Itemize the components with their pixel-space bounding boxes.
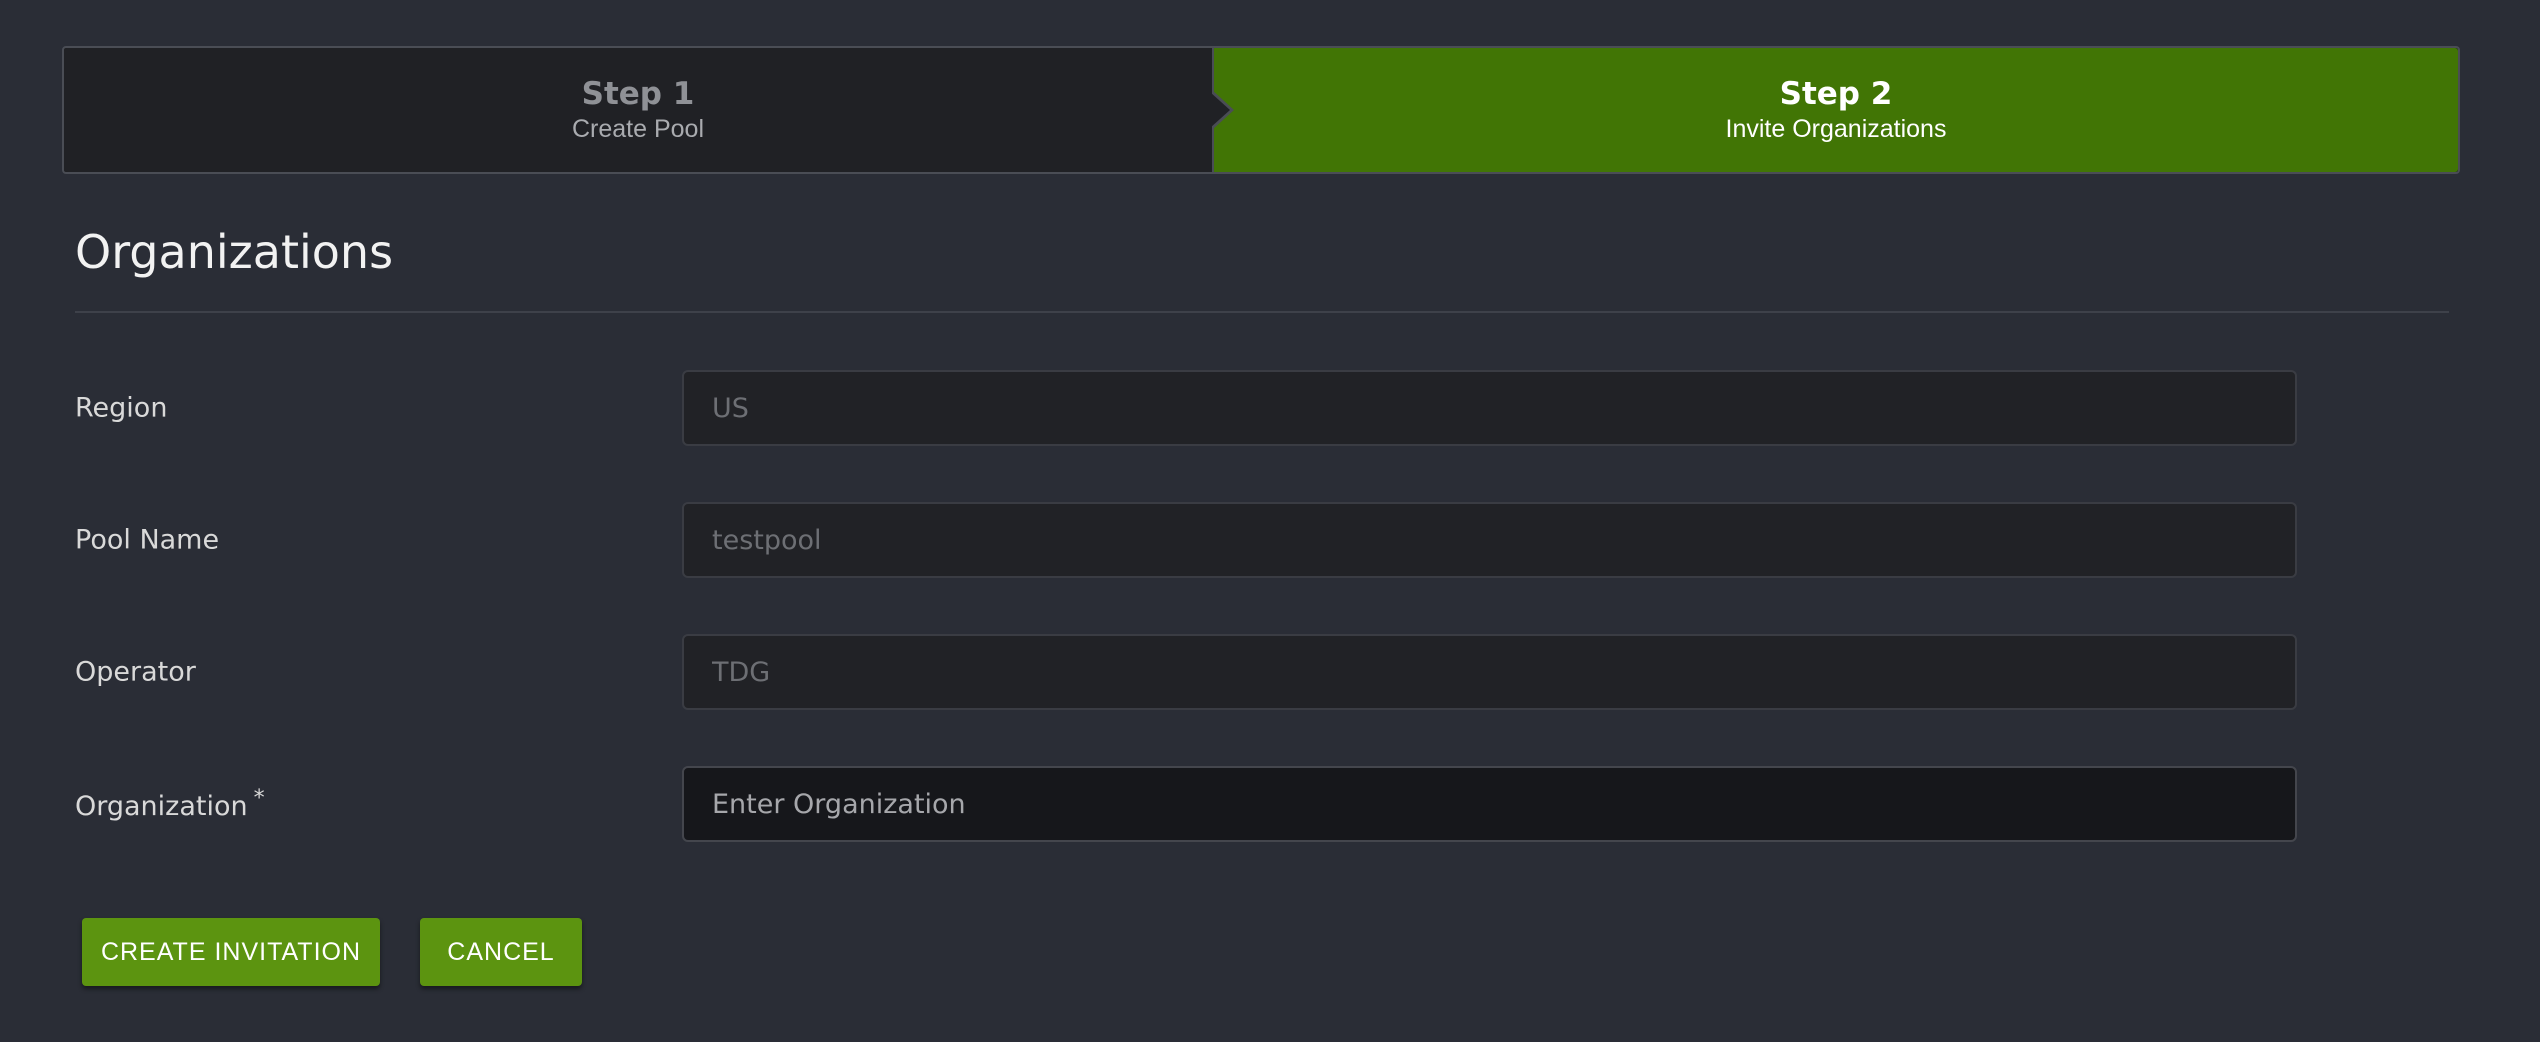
pool-name-label: Pool Name (75, 524, 220, 556)
region-label: Region (75, 392, 168, 424)
cancel-button[interactable]: CANCEL (420, 918, 582, 986)
step-2-subtitle: Invite Organizations (1725, 115, 1947, 143)
required-asterisk: * (253, 786, 265, 811)
operator-row: Operator (75, 634, 2297, 710)
step-arrow (1210, 92, 1230, 128)
pool-name-field[interactable] (682, 502, 2297, 578)
wizard-stepper: Step 1 Create Pool Step 2 Invite Organiz… (62, 46, 2460, 174)
organization-input[interactable] (682, 766, 2297, 842)
section-divider (75, 311, 2449, 313)
region-field[interactable] (682, 370, 2297, 446)
step-2-title: Step 2 (1779, 76, 1893, 112)
create-invitation-button[interactable]: CREATE INVITATION (82, 918, 380, 986)
region-row: Region (75, 370, 2297, 446)
operator-label: Operator (75, 656, 196, 688)
pool-name-row: Pool Name (75, 502, 2297, 578)
organization-row: Organization * (75, 766, 2297, 842)
organization-label-text: Organization (75, 791, 248, 822)
operator-field[interactable] (682, 634, 2297, 710)
organization-label: Organization * (75, 786, 265, 822)
step-1-subtitle: Create Pool (571, 115, 705, 143)
step-2-invite-organizations[interactable]: Step 2 Invite Organizations (1212, 48, 2458, 172)
step-1-title: Step 1 (581, 76, 695, 112)
page-title: Organizations (75, 225, 394, 279)
step-1-create-pool[interactable]: Step 1 Create Pool (64, 48, 1212, 172)
